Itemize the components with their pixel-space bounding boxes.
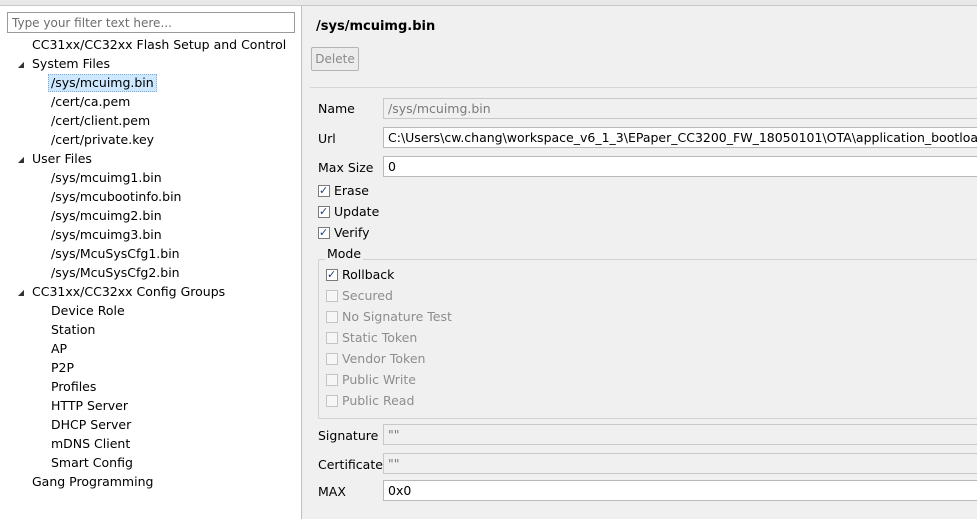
- checkbox-checked-icon: [318, 204, 330, 220]
- update-checkbox[interactable]: Update: [318, 204, 379, 220]
- max-label: MAX: [318, 484, 346, 499]
- tree-item-sys-mcubootinfo[interactable]: /sys/mcubootinfo.bin: [49, 188, 183, 206]
- mode-group-label: Mode: [325, 246, 364, 261]
- tree-item-p2p[interactable]: P2P: [49, 359, 76, 377]
- tree-item-cert-private[interactable]: /cert/private.key: [49, 131, 156, 149]
- rollback-checkbox[interactable]: Rollback: [326, 267, 394, 283]
- max-size-label: Max Size: [318, 160, 374, 175]
- tree-item-ap[interactable]: AP: [49, 340, 69, 358]
- checkbox-unchecked-icon: [326, 290, 338, 302]
- no-signature-test-label: No Signature Test: [342, 309, 452, 324]
- certificate-label: Certificate: [318, 457, 383, 472]
- tree-item-sys-mcuimg1[interactable]: /sys/mcuimg1.bin: [49, 169, 164, 187]
- tree-item-flash-setup[interactable]: CC31xx/CC32xx Flash Setup and Control: [30, 36, 288, 54]
- expand-triangle-icon[interactable]: ◢: [16, 60, 26, 70]
- checkbox-unchecked-icon: [326, 374, 338, 386]
- tree-item-mdns-client[interactable]: mDNS Client: [49, 435, 132, 453]
- static-token-checkbox[interactable]: Static Token: [326, 330, 417, 346]
- vendor-token-label: Vendor Token: [342, 351, 426, 366]
- tree-item-smart-config[interactable]: Smart Config: [49, 454, 135, 472]
- rollback-label: Rollback: [342, 267, 395, 282]
- public-write-label: Public Write: [342, 372, 416, 387]
- tree-item-sys-mcusyscfg1[interactable]: /sys/McuSysCfg1.bin: [49, 245, 182, 263]
- checkbox-checked-icon: [318, 183, 330, 199]
- tree-item-config-groups[interactable]: CC31xx/CC32xx Config Groups: [30, 283, 227, 301]
- tree-item-cert-client[interactable]: /cert/client.pem: [49, 112, 152, 130]
- no-signature-test-checkbox[interactable]: No Signature Test: [326, 309, 452, 325]
- url-field[interactable]: C:\Users\cw.chang\workspace_v6_1_3\EPape…: [383, 127, 977, 148]
- checkbox-unchecked-icon: [326, 311, 338, 323]
- url-label: Url: [318, 131, 336, 146]
- verify-label: Verify: [334, 225, 370, 240]
- erase-checkbox[interactable]: Erase: [318, 183, 369, 199]
- checkbox-checked-icon: [318, 225, 330, 241]
- checkbox-unchecked-icon: [326, 332, 338, 344]
- signature-field: "": [383, 424, 977, 445]
- tree-pane: CC31xx/CC32xx Flash Setup and Control ◢ …: [0, 6, 302, 519]
- checkbox-checked-icon: [326, 267, 338, 283]
- public-read-label: Public Read: [342, 393, 415, 408]
- verify-checkbox[interactable]: Verify: [318, 225, 369, 241]
- tree-item-sys-mcuimg[interactable]: /sys/mcuimg.bin: [48, 74, 157, 92]
- detail-pane: /sys/mcuimg.bin Delete Name /sys/mcuimg.…: [303, 6, 977, 519]
- max-field[interactable]: 0x0: [383, 480, 977, 501]
- erase-label: Erase: [334, 183, 369, 198]
- expand-triangle-icon[interactable]: ◢: [16, 155, 26, 165]
- tree-item-dhcp-server[interactable]: DHCP Server: [49, 416, 133, 434]
- divider: [310, 87, 977, 88]
- name-field: /sys/mcuimg.bin: [383, 98, 977, 119]
- tree-item-gang-programming[interactable]: Gang Programming: [30, 473, 155, 491]
- certificate-field: "": [383, 453, 977, 474]
- max-size-field[interactable]: 0: [383, 156, 977, 177]
- tree-item-cert-ca[interactable]: /cert/ca.pem: [49, 93, 132, 111]
- checkbox-unchecked-icon: [326, 353, 338, 365]
- tree-item-sys-mcuimg3[interactable]: /sys/mcuimg3.bin: [49, 226, 164, 244]
- signature-label: Signature: [318, 428, 379, 443]
- public-write-checkbox[interactable]: Public Write: [326, 372, 416, 388]
- tree-item-user-files[interactable]: User Files: [30, 150, 94, 168]
- page-title: /sys/mcuimg.bin: [316, 19, 436, 34]
- update-label: Update: [334, 204, 380, 219]
- name-label: Name: [318, 101, 355, 116]
- delete-button[interactable]: Delete: [311, 47, 359, 71]
- tree-item-station[interactable]: Station: [49, 321, 97, 339]
- public-read-checkbox[interactable]: Public Read: [326, 393, 414, 409]
- tree-item-device-role[interactable]: Device Role: [49, 302, 127, 320]
- tree-item-sys-mcuimg2[interactable]: /sys/mcuimg2.bin: [49, 207, 164, 225]
- tree-item-profiles[interactable]: Profiles: [49, 378, 98, 396]
- filter-input[interactable]: [7, 12, 295, 33]
- vendor-token-checkbox[interactable]: Vendor Token: [326, 351, 425, 367]
- tree-item-sys-mcusyscfg2[interactable]: /sys/McuSysCfg2.bin: [49, 264, 182, 282]
- expand-triangle-icon[interactable]: ◢: [16, 288, 26, 298]
- tree-item-http-server[interactable]: HTTP Server: [49, 397, 130, 415]
- tree-item-system-files[interactable]: System Files: [30, 55, 112, 73]
- secured-checkbox[interactable]: Secured: [326, 288, 393, 304]
- static-token-label: Static Token: [342, 330, 418, 345]
- secured-label: Secured: [342, 288, 393, 303]
- checkbox-unchecked-icon: [326, 395, 338, 407]
